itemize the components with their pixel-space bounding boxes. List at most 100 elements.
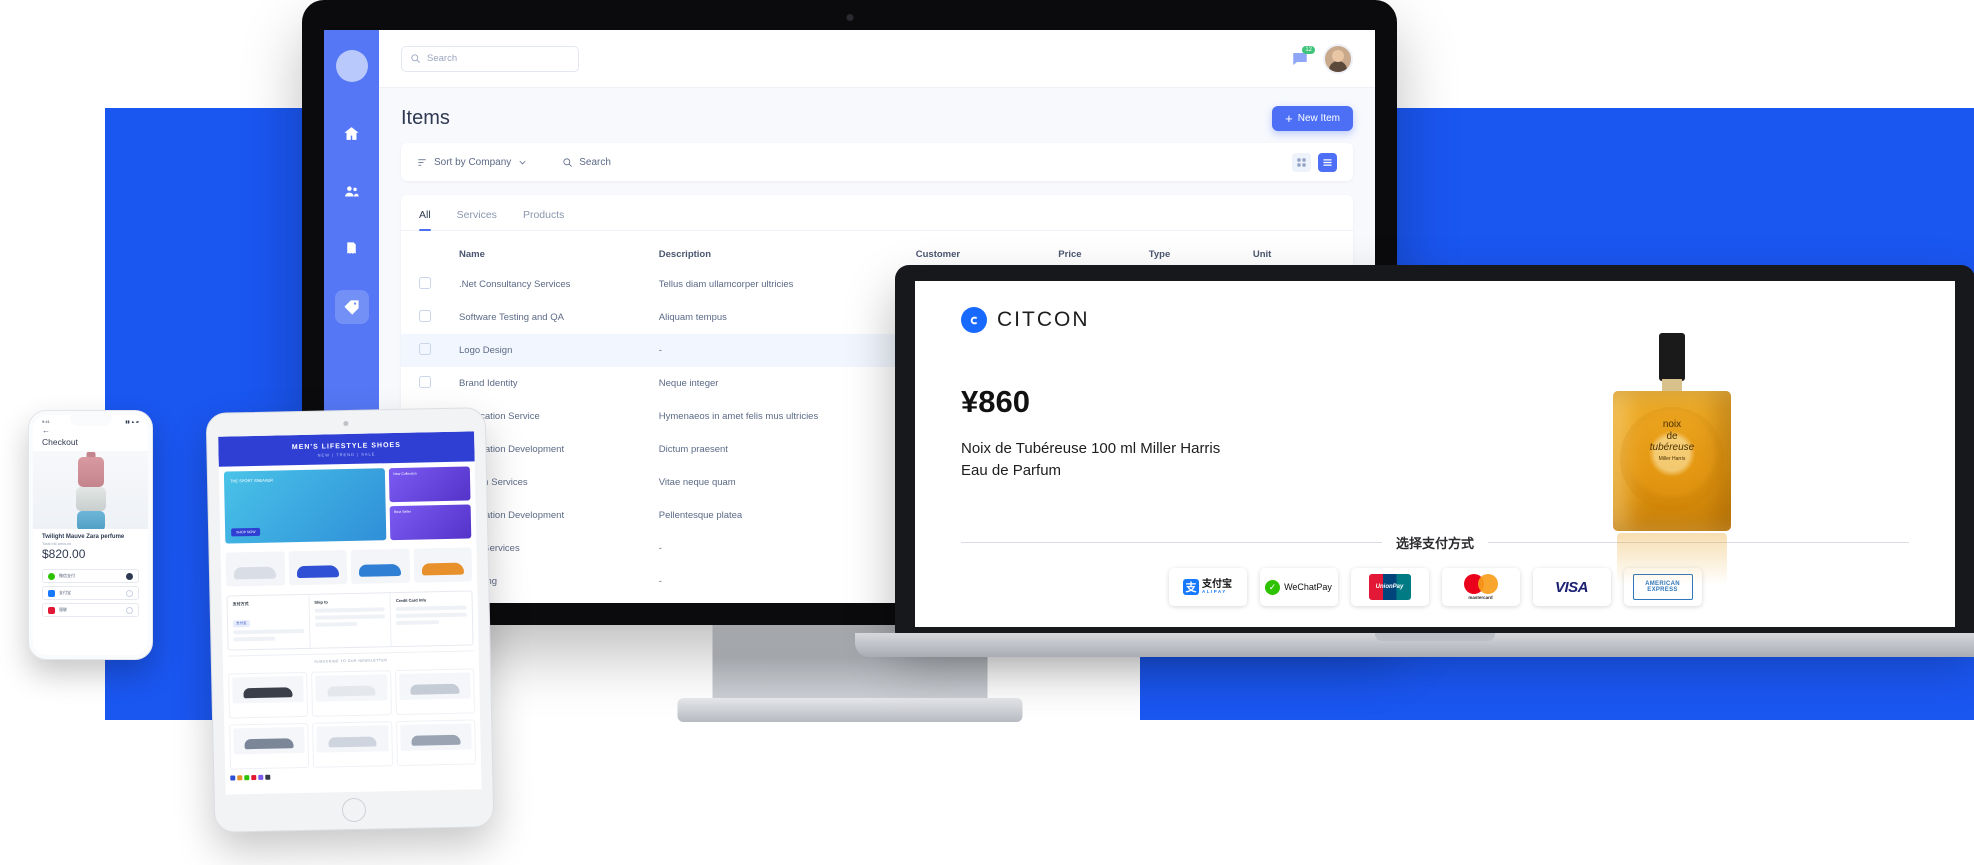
payment-body: ¥860 Noix de Tubéreuse 100 ml Miller Har… <box>961 333 1909 585</box>
payment-amount: ¥860 <box>961 384 1030 420</box>
sidebar-avatar[interactable] <box>335 50 368 82</box>
product-price <box>233 709 304 714</box>
placeholder-line <box>233 636 276 642</box>
dashboard-topbar: Search 12 <box>379 30 1375 88</box>
tab-all[interactable]: All <box>419 209 431 231</box>
label-line-4: Miller Harris <box>1658 455 1686 462</box>
payment-method-wechatpay[interactable]: ✓ WeChatPay <box>1259 568 1338 606</box>
messages-button[interactable]: 12 <box>1291 45 1315 68</box>
product-thumbnail[interactable] <box>288 550 348 586</box>
product-card[interactable] <box>394 668 475 716</box>
sort-icon <box>418 158 426 166</box>
global-search-placeholder: Search <box>427 53 458 64</box>
product-card[interactable] <box>395 719 477 767</box>
product-thumbnail[interactable] <box>225 551 285 587</box>
new-item-button[interactable]: + New Item <box>1272 106 1353 131</box>
product-price <box>401 756 472 761</box>
product-image <box>315 674 388 702</box>
shop-now-button[interactable]: SHOP NOW <box>231 527 261 537</box>
column-name[interactable]: Name <box>453 241 653 268</box>
swatch[interactable] <box>244 775 250 781</box>
table-search[interactable]: Search <box>562 157 611 168</box>
sidebar-item-contacts[interactable] <box>335 174 369 208</box>
placeholder-line <box>396 612 467 619</box>
sidebar-item-invoices[interactable] <box>335 232 369 266</box>
payment-method-column: 支付方式 支付宝 <box>227 595 309 650</box>
unionpay-icon <box>48 606 55 614</box>
user-avatar[interactable] <box>1323 43 1353 74</box>
column-unit[interactable]: Unit <box>1247 241 1353 268</box>
card-info-column: Credit Card Info <box>389 591 473 647</box>
phone-notch <box>69 415 112 426</box>
payment-option-unionpay[interactable]: 银联 <box>42 603 139 617</box>
table-search-label: Search <box>579 156 611 168</box>
payment-method-unionpay[interactable]: UnionPay <box>1350 568 1429 606</box>
checkout-title: Checkout <box>42 437 78 447</box>
status-time: 9:41 <box>42 419 50 424</box>
sort-by-company-dropdown[interactable]: Sort by Company <box>417 157 528 168</box>
shipping-title: Ship to <box>314 599 328 605</box>
bottle-reflection <box>1617 533 1727 585</box>
swatch[interactable] <box>258 774 264 780</box>
column-type[interactable]: Type <box>1143 241 1247 268</box>
swatch[interactable] <box>251 774 257 781</box>
column-customer[interactable]: Customer <box>910 241 1053 268</box>
product-card[interactable] <box>229 722 310 770</box>
product-price <box>317 758 388 763</box>
laptop-device: CITCON ¥860 Noix de Tubéreuse 100 ml Mil… <box>855 265 1974 657</box>
payment-method-tag[interactable]: 支付宝 <box>232 620 250 628</box>
shop-side-banners: New Collection Best Seller <box>389 466 472 541</box>
items-tabs: All Services Products <box>401 195 1353 231</box>
global-search-input[interactable]: Search <box>401 45 579 72</box>
row-checkbox[interactable] <box>419 310 431 322</box>
radio-icon[interactable] <box>126 606 133 614</box>
back-button[interactable]: ← <box>33 426 148 435</box>
select-all-header[interactable] <box>401 241 453 268</box>
grid-view-button[interactable] <box>1292 152 1311 172</box>
product-thumbnail[interactable] <box>413 547 473 583</box>
swatch[interactable] <box>237 775 243 781</box>
side-banner-new[interactable]: New Collection <box>389 466 471 503</box>
product-grid-row <box>223 665 480 721</box>
tab-products[interactable]: Products <box>523 209 564 230</box>
radio-icon[interactable] <box>126 572 133 580</box>
swatch[interactable] <box>230 775 236 781</box>
wechatpay-label: WeChatPay <box>1284 582 1332 592</box>
product-card[interactable] <box>311 670 392 717</box>
product-image-area: noix de tubéreuse Miller Harris <box>1435 333 1909 585</box>
invoice-icon <box>347 241 356 254</box>
payment-option-alipay[interactable]: 支付宝 <box>42 586 139 600</box>
shop-main-banner[interactable]: THE SPORT SNEAKER SHOP NOW <box>223 468 387 544</box>
payment-method-visa[interactable]: VISA <box>1532 568 1611 606</box>
payment-option-wechat[interactable]: 微信支付 <box>42 569 139 583</box>
bottle-bottom <box>76 511 105 529</box>
row-checkbox[interactable] <box>419 277 431 289</box>
search-icon <box>411 54 420 63</box>
product-thumbnail[interactable] <box>350 548 410 584</box>
sidebar-item-home[interactable] <box>335 116 369 150</box>
amex-label-line2: EXPRESS <box>1647 587 1678 593</box>
payment-method-alipay[interactable]: 支 支付宝 ALIPAY <box>1168 568 1247 606</box>
cell-description: - <box>658 543 662 554</box>
column-description[interactable]: Description <box>653 241 910 268</box>
product-card[interactable] <box>228 671 309 719</box>
column-price[interactable]: Price <box>1052 241 1143 268</box>
row-checkbox[interactable] <box>419 376 431 388</box>
product-card[interactable] <box>312 721 393 768</box>
tablet-screen: MEN'S LIFESTYLE SHOES NEW | TREND | SALE… <box>218 431 482 795</box>
view-toggle-group <box>1292 152 1337 172</box>
payment-method-mastercard[interactable]: mastercard <box>1441 568 1520 606</box>
option-label: 银联 <box>59 607 67 612</box>
sidebar-item-items[interactable] <box>334 290 369 324</box>
swatch[interactable] <box>265 774 271 780</box>
tab-services[interactable]: Services <box>457 209 497 230</box>
side-banner-best[interactable]: Best Seller <box>389 504 472 541</box>
radio-icon[interactable] <box>126 589 133 597</box>
tablet-payment-panel: 支付方式 支付宝 Ship to Credit Card Info <box>226 590 474 651</box>
people-icon <box>345 185 359 196</box>
row-checkbox[interactable] <box>419 343 431 355</box>
list-view-button[interactable] <box>1318 152 1337 172</box>
label-line-2: de <box>1666 430 1678 442</box>
grid-icon <box>1297 157 1306 167</box>
topbar-right: 12 <box>1291 43 1353 74</box>
